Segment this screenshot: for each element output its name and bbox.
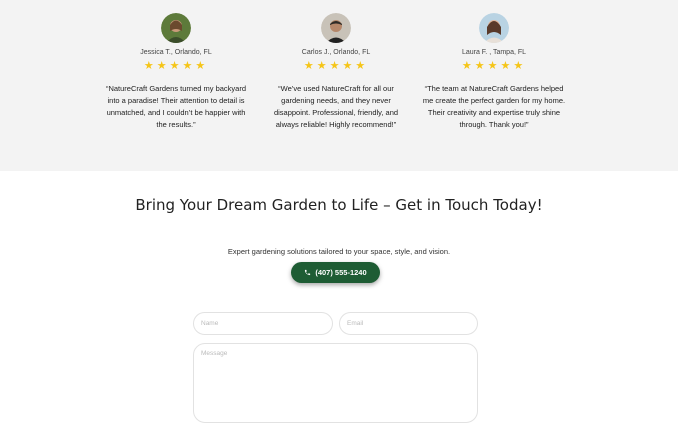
star-rating: ★★★★★ bbox=[96, 60, 256, 72]
star-icon: ★ bbox=[513, 60, 527, 72]
email-input[interactable] bbox=[339, 312, 478, 335]
star-icon: ★ bbox=[195, 60, 209, 72]
avatar bbox=[479, 13, 509, 43]
avatar bbox=[161, 13, 191, 43]
star-icon: ★ bbox=[316, 60, 330, 72]
testimonial-quote: “NatureCraft Gardens turned my backyard … bbox=[105, 84, 247, 129]
testimonial-card: Jessica T., Orlando, FL ★★★★★ “NatureCra… bbox=[96, 13, 256, 131]
name-input[interactable] bbox=[193, 312, 333, 335]
call-phone-button[interactable]: (407) 555-1240 bbox=[291, 262, 380, 283]
contact-subtext: Expert gardening solutions tailored to y… bbox=[227, 247, 451, 256]
testimonial-card: Carlos J., Orlando, FL ★★★★★ “We’ve used… bbox=[256, 13, 416, 131]
star-icon: ★ bbox=[461, 60, 475, 72]
star-icon: ★ bbox=[143, 60, 157, 72]
phone-number-label: (407) 555-1240 bbox=[315, 268, 367, 277]
star-rating: ★★★★★ bbox=[414, 60, 574, 72]
testimonial-quote: “The team at NatureCraft Gardens helped … bbox=[422, 84, 566, 129]
star-icon: ★ bbox=[355, 60, 369, 72]
star-icon: ★ bbox=[487, 60, 501, 72]
star-icon: ★ bbox=[329, 60, 343, 72]
testimonials-section: Jessica T., Orlando, FL ★★★★★ “NatureCra… bbox=[0, 0, 678, 171]
testimonial-card: Laura F. , Tampa, FL ★★★★★ “The team at … bbox=[414, 13, 574, 131]
testimonial-author: Laura F. , Tampa, FL bbox=[461, 49, 527, 56]
testimonial-quote: “We’ve used NatureCraft for all our gard… bbox=[273, 84, 399, 129]
message-textarea[interactable] bbox=[193, 343, 478, 423]
star-icon: ★ bbox=[169, 60, 183, 72]
contact-heading: Bring Your Dream Garden to Life – Get in… bbox=[135, 196, 543, 214]
phone-icon bbox=[305, 269, 311, 276]
testimonial-author: Jessica T., Orlando, FL bbox=[140, 49, 212, 56]
star-icon: ★ bbox=[500, 60, 514, 72]
star-icon: ★ bbox=[303, 60, 317, 72]
star-icon: ★ bbox=[474, 60, 488, 72]
star-rating: ★★★★★ bbox=[256, 60, 416, 72]
star-icon: ★ bbox=[342, 60, 356, 72]
testimonial-author: Carlos J., Orlando, FL bbox=[301, 49, 371, 56]
star-icon: ★ bbox=[156, 60, 170, 72]
avatar bbox=[321, 13, 351, 43]
star-icon: ★ bbox=[182, 60, 196, 72]
